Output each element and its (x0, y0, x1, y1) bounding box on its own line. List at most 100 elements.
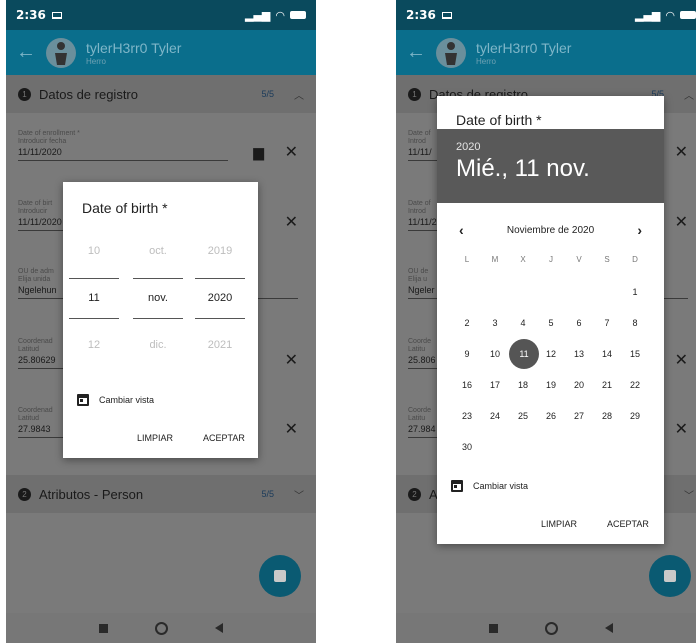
month-wheel[interactable]: oct. nov. dic. (133, 228, 183, 369)
close-icon[interactable]: ✕ (285, 419, 298, 439)
clear-button[interactable]: LIMPIAR (137, 433, 173, 443)
day-selected[interactable]: 11 (69, 275, 119, 322)
month-selected[interactable]: nov. (133, 275, 183, 322)
battery-icon (290, 11, 306, 19)
section-number: 1 (18, 87, 31, 101)
calendar-day[interactable]: 12 (537, 347, 565, 378)
field-value[interactable]: 11/11/2020 (18, 146, 228, 161)
back-nav-icon[interactable] (214, 623, 223, 633)
close-icon[interactable]: ✕ (675, 419, 688, 439)
close-icon[interactable]: ✕ (285, 350, 298, 370)
chevron-down-icon[interactable]: ﹀ (294, 487, 304, 502)
year-wheel[interactable]: 2019 2020 2021 (195, 228, 245, 369)
chevron-left-icon[interactable]: ‹ (459, 222, 464, 238)
year-next[interactable]: 2021 (195, 322, 245, 369)
calendar-empty-cell (593, 285, 621, 316)
calendar-day[interactable]: 18 (509, 378, 537, 409)
calendar-day[interactable]: 1 (621, 285, 649, 316)
calendar-day[interactable]: 22 (621, 378, 649, 409)
day-prev[interactable]: 10 (69, 228, 119, 275)
month-next[interactable]: dic. (133, 322, 183, 369)
toggle-view-button[interactable]: Cambiar vista (77, 394, 154, 406)
close-icon[interactable]: ✕ (675, 350, 688, 370)
calendar-day[interactable]: 29 (621, 409, 649, 440)
header-year[interactable]: 2020 (456, 141, 645, 153)
back-nav-icon[interactable] (604, 623, 613, 633)
calendar-day[interactable]: 20 (565, 378, 593, 409)
calendar-day[interactable]: 8 (621, 316, 649, 347)
close-icon[interactable]: ✕ (675, 142, 688, 162)
calendar-day[interactable]: 30 (453, 440, 481, 471)
field-date-of-enrollment[interactable]: Date of enrollment * Introducir fecha 11… (18, 130, 304, 161)
status-time: 2:36 (16, 8, 46, 22)
year-selected[interactable]: 2020 (195, 275, 245, 322)
dialog-actions: LIMPIAR ACEPTAR (541, 519, 649, 529)
screen-icon (51, 11, 62, 19)
calendar-day[interactable]: 19 (537, 378, 565, 409)
chevron-right-icon[interactable]: › (637, 222, 642, 238)
calendar-day[interactable]: 2 (453, 316, 481, 347)
save-button[interactable] (259, 555, 301, 597)
calendar-day[interactable]: 3 (481, 316, 509, 347)
calendar-day[interactable]: 7 (593, 316, 621, 347)
calendar-day[interactable]: 27 (565, 409, 593, 440)
accept-button[interactable]: ACEPTAR (203, 433, 245, 443)
year-prev[interactable]: 2019 (195, 228, 245, 275)
calendar-day[interactable]: 25 (509, 409, 537, 440)
section-datos-registro[interactable]: 1 Datos de registro 5/5 ︿ (6, 75, 316, 113)
recents-icon[interactable] (99, 623, 109, 633)
calendar-day[interactable]: 26 (537, 409, 565, 440)
section-atributos[interactable]: 2 Atributos - Person 5/5 ﹀ (6, 475, 316, 513)
save-button[interactable] (649, 555, 691, 597)
section-number: 2 (18, 487, 31, 501)
android-nav-bar (396, 613, 696, 643)
calendar-day[interactable]: 23 (453, 409, 481, 440)
chevron-down-icon[interactable]: ﹀ (684, 487, 694, 502)
clear-button[interactable]: LIMPIAR (541, 519, 577, 529)
calendar-day[interactable]: 28 (593, 409, 621, 440)
app-bar: ← tylerH3rr0 Tyler Herro (396, 30, 696, 75)
back-arrow-icon[interactable]: ← (406, 41, 436, 64)
calendar-day[interactable]: 14 (593, 347, 621, 378)
date-picker-calendar-dialog: Date of birth * 2020 Mié., 11 nov. ‹ Nov… (437, 96, 664, 544)
wheel-divider (195, 318, 245, 319)
section-title: Datos de registro (39, 86, 138, 102)
calendar-grid: L M X J V S D 1 2 3 4 5 6 7 8 9 10 11 12 13 14 15 16 17 18 19 20 21… (453, 254, 649, 471)
calendar-empty-cell (453, 285, 481, 316)
day-next[interactable]: 12 (69, 322, 119, 369)
screen-icon (441, 11, 452, 19)
chevron-up-icon[interactable]: ︿ (294, 87, 304, 102)
close-icon[interactable]: ✕ (285, 212, 298, 232)
calendar-day[interactable]: 16 (453, 378, 481, 409)
back-arrow-icon[interactable]: ← (16, 41, 46, 64)
toggle-view-label: Cambiar vista (473, 481, 529, 491)
wifi-icon: ◠ (665, 8, 675, 22)
calendar-day[interactable]: 13 (565, 347, 593, 378)
calendar-day[interactable]: 24 (481, 409, 509, 440)
person-icon (55, 41, 67, 65)
chevron-up-icon[interactable]: ︿ (684, 87, 694, 102)
day-wheel[interactable]: 10 11 12 (69, 228, 119, 369)
close-icon[interactable]: ✕ (675, 212, 688, 232)
android-nav-bar (6, 613, 316, 643)
month-prev[interactable]: oct. (133, 228, 183, 275)
recents-icon[interactable] (489, 623, 499, 633)
home-icon[interactable] (154, 621, 168, 635)
calendar-day[interactable]: 9 (453, 347, 481, 378)
calendar-day-selected[interactable]: 11 (509, 339, 539, 378)
calendar-day[interactable]: 5 (537, 316, 565, 347)
calendar-empty-cell (537, 285, 565, 316)
calendar-day[interactable]: 21 (593, 378, 621, 409)
accept-button[interactable]: ACEPTAR (607, 519, 649, 529)
user-subtitle: Herro (476, 56, 497, 66)
calendar-day[interactable]: 17 (481, 378, 509, 409)
dialog-actions: LIMPIAR ACEPTAR (137, 433, 245, 443)
toggle-view-label: Cambiar vista (99, 395, 155, 405)
calendar-day[interactable]: 10 (481, 347, 509, 378)
calendar-day[interactable]: 6 (565, 316, 593, 347)
calendar-day[interactable]: 15 (621, 347, 649, 378)
home-icon[interactable] (544, 621, 558, 635)
calendar-icon[interactable]: ▆ (253, 144, 264, 161)
close-icon[interactable]: ✕ (285, 142, 298, 162)
toggle-view-button[interactable]: Cambiar vista (451, 480, 528, 492)
